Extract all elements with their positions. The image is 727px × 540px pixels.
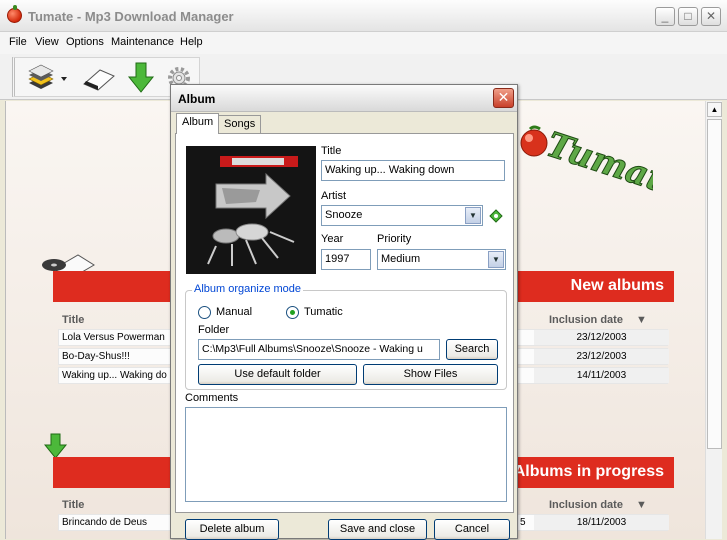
tab-songs[interactable]: Songs — [218, 115, 262, 133]
sort-down-icon[interactable]: ▼ — [636, 499, 647, 511]
title-label: Title — [321, 145, 342, 157]
artist-value: Snooze — [325, 209, 363, 221]
scroll-up-icon[interactable]: ▲ — [707, 102, 722, 117]
menu-bar: File View Options Maintenance Help — [0, 32, 727, 54]
new-albums-col-date[interactable]: Inclusion date — [549, 314, 623, 326]
album-dialog: Album ✕ Album Songs Title Waking up... W… — [170, 84, 518, 540]
progress-col-date[interactable]: Inclusion date — [549, 499, 623, 511]
menu-file[interactable]: File — [9, 36, 27, 48]
radio-tumatic[interactable] — [286, 306, 299, 319]
radio-manual-label[interactable]: Manual — [216, 306, 252, 318]
window-title: Tumate - Mp3 Download Manager — [28, 9, 234, 24]
progress-col-title[interactable]: Title — [62, 499, 84, 511]
menu-help[interactable]: Help — [180, 36, 203, 48]
main-window: Tumate - Mp3 Download Manager _ □ ✕ File… — [0, 0, 727, 540]
comments-textarea[interactable] — [185, 407, 507, 502]
eraser-icon[interactable] — [82, 64, 116, 92]
logo-text: Tumate — [542, 125, 653, 201]
title-bar[interactable]: Tumate - Mp3 Download Manager _ □ ✕ — [0, 0, 727, 32]
cancel-button[interactable]: Cancel — [434, 519, 510, 540]
comments-label: Comments — [185, 392, 239, 404]
sort-down-icon[interactable]: ▼ — [636, 314, 647, 326]
close-button[interactable]: ✕ — [701, 7, 721, 26]
organize-mode-legend: Album organize mode — [192, 283, 304, 295]
radio-manual[interactable] — [198, 306, 211, 319]
dialog-title-bar[interactable]: Album ✕ — [171, 85, 517, 112]
tomato-app-icon — [7, 5, 22, 23]
radio-tumatic-label[interactable]: Tumatic — [304, 306, 343, 318]
tab-album[interactable]: Album — [176, 113, 220, 134]
show-files-button[interactable]: Show Files — [363, 364, 498, 385]
puzzle-edit-icon[interactable] — [487, 208, 505, 224]
priority-value: Medium — [381, 253, 421, 265]
new-albums-col-title[interactable]: Title — [62, 314, 84, 326]
title-input[interactable]: Waking up... Waking down — [321, 160, 505, 181]
priority-select[interactable]: Medium ▼ — [377, 249, 506, 270]
albums-in-progress-title: Albums in progress — [513, 463, 664, 480]
new-albums-title: New albums — [570, 277, 664, 294]
albums-stack-icon[interactable] — [25, 63, 69, 93]
delete-album-button[interactable]: Delete album — [185, 519, 279, 540]
artist-label: Artist — [321, 190, 347, 202]
chevron-down-icon[interactable]: ▼ — [488, 251, 504, 268]
priority-label: Priority — [377, 233, 412, 245]
album-tab-panel: Title Waking up... Waking down Artist Sn… — [175, 133, 514, 513]
artist-combobox[interactable]: Snooze ▼ — [321, 205, 483, 226]
maximize-button[interactable]: □ — [678, 7, 698, 26]
folder-input[interactable]: C:\Mp3\Full Albums\Snooze\Snooze - Wakin… — [198, 339, 440, 360]
album-cover-image — [186, 146, 316, 274]
dialog-close-button[interactable]: ✕ — [493, 88, 514, 108]
chevron-down-icon[interactable]: ▼ — [465, 207, 481, 224]
scroll-thumb[interactable] — [707, 119, 722, 449]
minimize-button[interactable]: _ — [655, 7, 675, 26]
album-organize-group: Album organize mode Manual Tumatic Folde… — [185, 283, 507, 390]
use-default-folder-button[interactable]: Use default folder — [198, 364, 357, 385]
tumate-logo: Tumate — [520, 124, 653, 201]
save-and-close-button[interactable]: Save and close — [328, 519, 427, 540]
menu-view[interactable]: View — [35, 36, 59, 48]
dialog-title: Album — [178, 92, 216, 106]
search-button[interactable]: Search — [446, 339, 498, 360]
download-arrow-icon — [44, 433, 68, 459]
download-arrow-icon[interactable] — [127, 61, 155, 95]
year-input[interactable]: 1997 — [321, 249, 371, 270]
vertical-scrollbar[interactable]: ▲ — [705, 101, 722, 539]
folder-label: Folder — [198, 324, 230, 336]
menu-maintenance[interactable]: Maintenance — [111, 36, 174, 48]
year-label: Year — [321, 233, 344, 245]
menu-options[interactable]: Options — [66, 36, 104, 48]
